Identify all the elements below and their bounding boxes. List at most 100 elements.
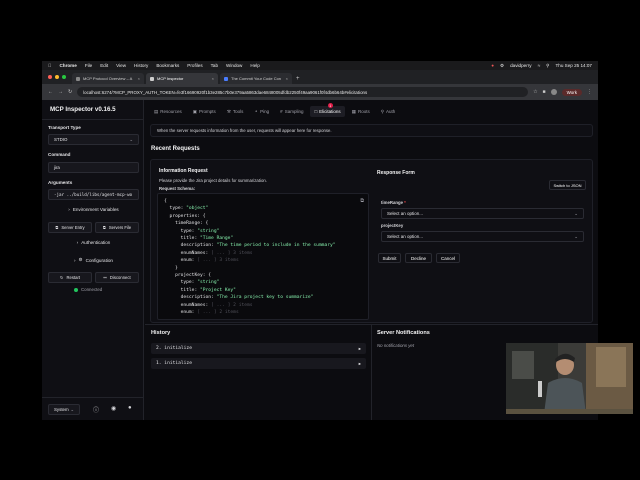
- server-entry-button[interactable]: ⧉ Server Entry: [48, 222, 92, 233]
- tab-tools[interactable]: ⚒ Tools: [223, 106, 248, 117]
- code-line[interactable]: enumNames: [ ... ] 2 items: [164, 302, 362, 309]
- disconnect-label: Disconnect: [109, 275, 131, 280]
- tab-ping[interactable]: ⚬ Ping: [250, 106, 273, 117]
- authentication-toggle[interactable]: › Authentication: [48, 240, 139, 245]
- window-controls: [42, 75, 72, 84]
- command-value: jira: [54, 165, 60, 170]
- user-name[interactable]: davidperry: [510, 63, 531, 68]
- configuration-toggle[interactable]: › ⚙ Configuration: [48, 257, 139, 263]
- menu-history[interactable]: History: [134, 63, 148, 68]
- unplug-icon: ⚯: [103, 275, 107, 280]
- project-key-select[interactable]: Select an option... ⌄: [381, 231, 584, 242]
- code-line: description: "The Jira project key to su…: [180, 295, 314, 301]
- star-icon[interactable]: ☆: [533, 89, 537, 95]
- minimize-window-icon[interactable]: [55, 75, 59, 79]
- tab-auth[interactable]: ⚲ Auth: [377, 106, 400, 117]
- cancel-button[interactable]: Cancel: [436, 253, 460, 263]
- apple-icon[interactable]: : [48, 63, 51, 68]
- code-line[interactable]: enum: [ ... ] 3 items: [164, 257, 362, 264]
- code-line[interactable]: timeRange: {: [164, 220, 362, 227]
- new-tab-button[interactable]: +: [294, 76, 304, 84]
- profile-avatar[interactable]: [550, 89, 557, 95]
- history-item[interactable]: 2. initialize ▶: [151, 343, 366, 354]
- menu-chrome[interactable]: Chrome: [59, 63, 76, 68]
- theme-select[interactable]: System ⌄: [48, 404, 80, 415]
- history-item[interactable]: 1. initialize ▶: [151, 358, 366, 369]
- webcam-image: [506, 343, 633, 414]
- history-heading: History: [151, 330, 171, 336]
- request-prompt: Please provide the Jira project details …: [159, 178, 267, 183]
- switch-to-json-label: Switch to JSON: [553, 182, 582, 188]
- github-icon[interactable]: ●: [128, 405, 132, 411]
- tab-sampling[interactable]: # Sampling: [276, 106, 307, 117]
- close-tab-icon[interactable]: ×: [286, 76, 288, 81]
- menu-edit[interactable]: Edit: [100, 63, 108, 68]
- restart-button[interactable]: ↻ Restart: [48, 272, 92, 283]
- copy-icon: ⧉: [102, 225, 106, 230]
- chevron-down-icon: ⌄: [70, 406, 74, 412]
- cancel-label: Cancel: [440, 255, 455, 261]
- restart-label: Restart: [66, 275, 81, 280]
- code-line: type: "object": [169, 206, 209, 212]
- tab-roots[interactable]: ▦ Roots: [348, 106, 374, 117]
- browser-tab[interactable]: MCP Protocol Overview – A ×: [72, 73, 144, 84]
- code-line: type: "string": [180, 280, 220, 286]
- status-icon[interactable]: ●: [491, 63, 494, 68]
- close-window-icon[interactable]: [48, 75, 52, 79]
- switch-to-json-button[interactable]: Switch to JSON: [549, 180, 586, 190]
- back-icon[interactable]: ←: [48, 89, 53, 95]
- tab-resources[interactable]: ▤ Resources: [150, 106, 186, 117]
- menu-bookmarks[interactable]: Bookmarks: [156, 63, 179, 68]
- tab-elicitations[interactable]: □ Elicitations 1: [310, 103, 345, 117]
- code-line[interactable]: enumNames: [ ... ] 3 items: [164, 250, 362, 257]
- servers-file-button[interactable]: ⧉ Servers File: [95, 222, 139, 233]
- submit-button[interactable]: Submit: [378, 253, 401, 263]
- browser-tab[interactable]: The Commit Your Code Con ×: [220, 73, 292, 84]
- decline-button[interactable]: Decline: [405, 253, 432, 263]
- status-icon[interactable]: ⚙: [500, 63, 504, 69]
- help-icon[interactable]: ⓘ: [93, 405, 99, 414]
- expand-icon[interactable]: ▶: [359, 346, 361, 351]
- chevron-down-icon: ⌄: [574, 233, 578, 239]
- wifi-icon[interactable]: ≈: [538, 63, 541, 68]
- search-icon[interactable]: ⚲: [546, 63, 549, 69]
- chevron-right-icon: ›: [76, 240, 79, 245]
- menu-window[interactable]: Window: [226, 63, 242, 68]
- close-tab-icon[interactable]: ×: [138, 76, 140, 81]
- address-bar[interactable]: localhost:6274/?MCP_PROXY_AUTH_TOKEN=fe3…: [77, 87, 529, 97]
- transport-type-select[interactable]: STDIO ⌄: [48, 134, 139, 145]
- chevron-right-icon: ›: [74, 257, 76, 263]
- menu-tab[interactable]: Tab: [211, 63, 218, 68]
- menu-file[interactable]: File: [85, 63, 92, 68]
- expand-icon[interactable]: ▶: [359, 361, 361, 366]
- code-line[interactable]: projectKey: {: [164, 272, 362, 279]
- tab-prompts[interactable]: ▣ Prompts: [189, 106, 220, 117]
- clock[interactable]: Thu Sep 25 14:07: [555, 63, 592, 68]
- more-menu-icon[interactable]: ⋮: [587, 89, 592, 95]
- time-range-select[interactable]: Select an option... ⌄: [381, 208, 584, 219]
- project-key-value: Select an option...: [387, 234, 424, 239]
- profile-badge[interactable]: Work: [561, 88, 582, 96]
- request-title: Information Request: [159, 168, 208, 174]
- command-input[interactable]: jira: [48, 162, 139, 173]
- environment-variables-toggle[interactable]: › Environment Variables: [48, 207, 139, 212]
- menu-view[interactable]: View: [116, 63, 126, 68]
- code-line[interactable]: enum: [ ... ] 2 items: [164, 309, 362, 316]
- tab-label: Prompts: [199, 109, 216, 114]
- browser-tab-active[interactable]: MCP Inspector ×: [146, 73, 218, 84]
- code-line[interactable]: properties: {: [164, 213, 362, 220]
- menu-profiles[interactable]: Profiles: [187, 63, 202, 68]
- zoom-window-icon[interactable]: [62, 75, 66, 79]
- arguments-input[interactable]: -jar ../build/libs/agent-mcp-wo: [48, 189, 139, 200]
- key-icon: ⚲: [380, 108, 385, 114]
- menu-help[interactable]: Help: [250, 63, 259, 68]
- reload-icon[interactable]: ↻: [68, 89, 72, 95]
- transport-type-value: STDIO: [54, 137, 68, 142]
- forward-icon[interactable]: →: [58, 89, 63, 95]
- close-tab-icon[interactable]: ×: [212, 76, 214, 81]
- copy-icon[interactable]: ⧉: [360, 198, 364, 204]
- disconnect-button[interactable]: ⚯ Disconnect: [95, 272, 139, 283]
- code-line: type: "string": [180, 228, 220, 234]
- extensions-icon[interactable]: ■: [543, 89, 546, 95]
- bug-icon[interactable]: ◉: [111, 405, 116, 412]
